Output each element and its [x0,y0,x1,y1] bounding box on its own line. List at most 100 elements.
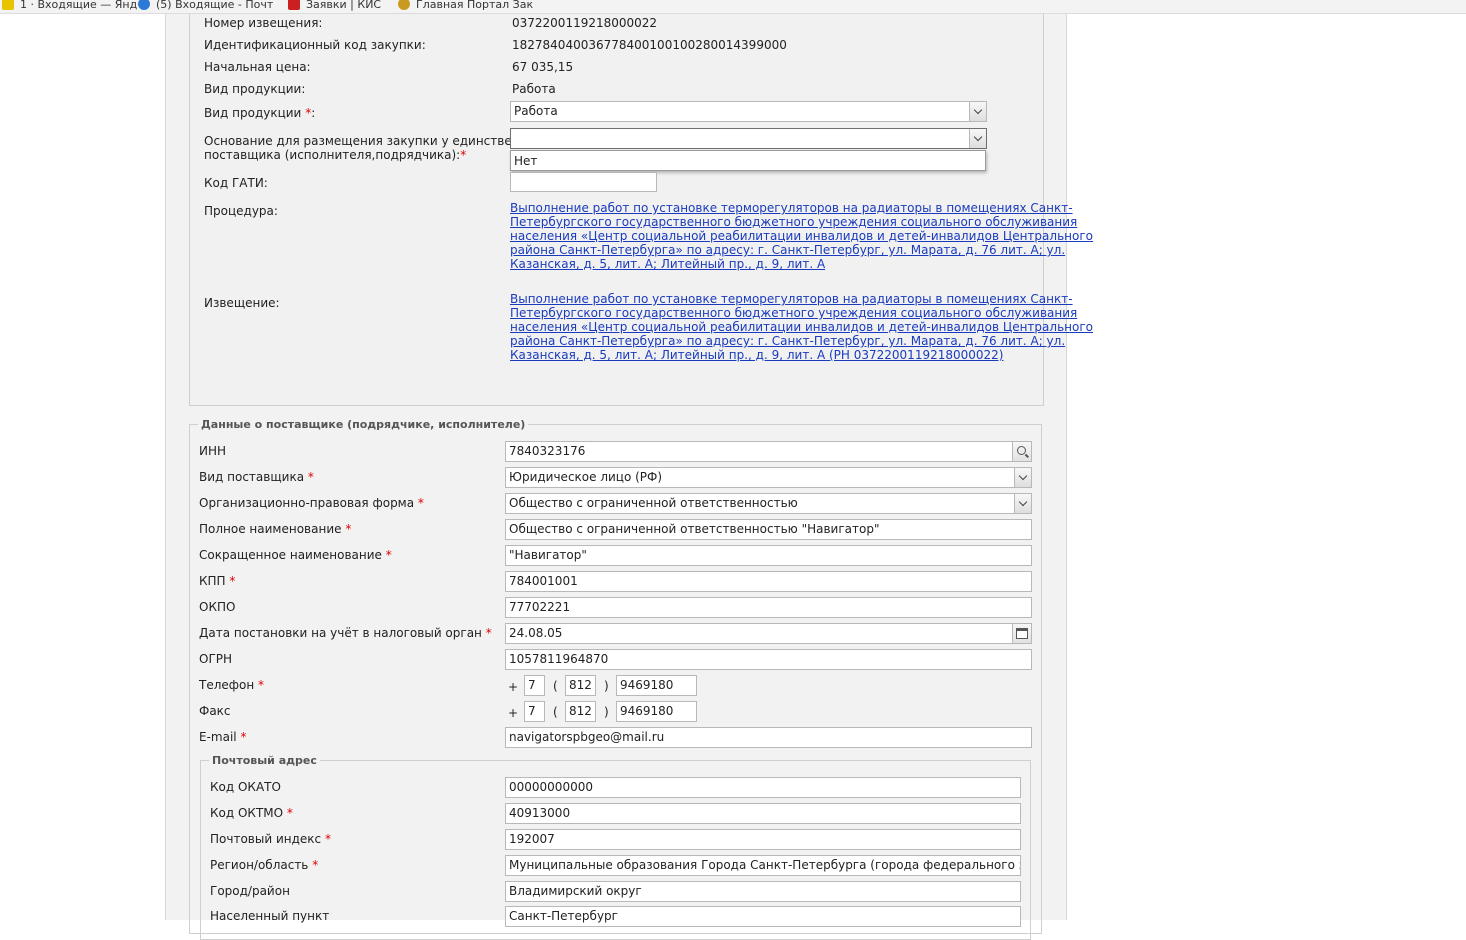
okpo-value: 77702221 [509,600,571,614]
inn-label: ИНН [199,444,227,458]
chevron-down-icon[interactable] [1014,468,1031,487]
full-name-label: Полное наименование * [199,522,352,536]
supplier-type-value: Юридическое лицо (РФ) [509,470,663,484]
basis-dropdown-list: Нет [510,150,986,171]
product-type-select[interactable]: Работа [510,101,987,122]
notice-link[interactable]: Выполнение работ по установке терморегул… [510,292,1093,362]
okato-label: Код ОКАТО [210,780,281,794]
short-name-input[interactable]: "Навигатор" [505,545,1032,566]
product-type-select-value: Работа [514,104,558,118]
bookmark-label: Главная Портал Зак [416,0,534,11]
required-mark: * [324,832,331,846]
required-mark: * [417,496,424,510]
email-input[interactable]: navigatorspbgeo@mail.ru [505,727,1032,748]
bookmark-item[interactable]: 1 · Входящие — Янд [2,0,137,11]
inn-input[interactable]: 7840323176 [505,441,1032,462]
opf-select[interactable]: Общество с ограниченной ответственностью [505,493,1032,514]
required-mark: * [229,574,236,588]
fax-plus: + [508,706,519,720]
chevron-down-icon[interactable] [969,129,986,148]
fax-number-input[interactable]: 9469180 [616,701,697,722]
bookmark-item[interactable]: (5) Входящие - Почт [138,0,273,11]
dropdown-option-net[interactable]: Нет [513,153,537,169]
procedure-link-line: населения «Центр социальной реабилитации… [510,229,1093,243]
phone-number-input[interactable]: 9469180 [616,675,697,696]
bookmark-item[interactable]: Главная Портал Зак [398,0,533,11]
opf-label: Организационно-правовая форма * [199,496,424,510]
calendar-icon[interactable] [1012,624,1031,643]
fax-country-input[interactable]: 7 [524,701,545,722]
basis-select[interactable] [510,128,987,149]
bookmark-item[interactable]: Заявки | КИС [288,0,381,11]
full-name-input[interactable]: Общество с ограниченной ответственностью… [505,519,1032,540]
phone-close-paren: ) [604,679,609,693]
short-name-label: Сокращенное наименование * [199,548,392,562]
city-value: Владимирский округ [509,884,642,898]
phone-city-input[interactable]: 812 [565,675,596,696]
procedure-link-line: Казанская, д. 5, лит. А; Литейный пр., д… [510,257,826,271]
phone-country-value: 7 [528,678,536,692]
chevron-down-icon[interactable] [969,102,986,121]
kpp-label: КПП * [199,574,236,588]
fax-city-input[interactable]: 812 [565,701,596,722]
required-mark: * [312,858,319,872]
id-code-value: 182784040036778400100100280014399000 [512,38,787,52]
phone-label: Телефон * [199,678,265,692]
notice-number-label: Номер извещения: [204,16,323,30]
required-mark: * [485,626,492,640]
required-mark: * [286,806,293,820]
bookmark-label: 1 · Входящие — Янд [20,0,138,11]
supplier-legend: Данные о поставщике (подрядчике, исполни… [198,418,529,431]
procedure-link[interactable]: Выполнение работ по установке терморегул… [510,201,1093,271]
kpp-input[interactable]: 784001001 [505,571,1032,592]
required-mark: * [305,106,312,120]
required-mark: * [460,148,467,162]
basis-label: Основание для размещения закупки у единс… [204,134,549,148]
okpo-input[interactable]: 77702221 [505,597,1032,618]
notice-link-line: Выполнение работ по установке терморегул… [510,292,1073,306]
postal-index-input[interactable]: 192007 [505,829,1021,850]
okato-input[interactable]: 00000000000 [505,777,1021,798]
supplier-type-select[interactable]: Юридическое лицо (РФ) [505,467,1032,488]
locality-input[interactable]: Санкт-Петербург [505,906,1021,927]
phone-open-paren: ( [553,679,558,693]
gati-input[interactable] [510,172,657,192]
notice-link-line: Казанская, д. 5, лит. А; Литейный пр., д… [510,348,1004,362]
oktmo-value: 40913000 [509,806,571,820]
id-code-label: Идентификационный код закупки: [204,38,426,52]
email-label: E-mail * [199,730,247,744]
email-value: navigatorspbgeo@mail.ru [509,730,665,744]
phone-number-value: 9469180 [620,678,674,692]
bookmark-label: (5) Входящие - Почт [156,0,274,11]
fax-close-paren: ) [604,705,609,719]
postal-legend: Почтовый адрес [209,754,320,767]
region-value: Муниципальные образования Города Санкт-П… [509,858,1020,872]
start-price-value: 67 035,15 [512,60,574,74]
locality-label: Населенный пункт [210,909,330,923]
tax-date-input[interactable]: 24.08.05 [505,623,1032,644]
region-input[interactable]: Муниципальные образования Города Санкт-П… [505,855,1021,876]
okpo-label: ОКПО [199,600,236,614]
postal-index-label: Почтовый индекс * [210,832,331,846]
city-label: Город/район [210,884,290,898]
procedure-label: Процедура: [204,204,278,218]
region-label: Регион/область * [210,858,319,872]
fax-country-value: 7 [528,704,536,718]
fax-label: Факс [199,704,231,718]
chevron-down-icon[interactable] [1014,494,1031,513]
search-icon[interactable] [1012,442,1031,461]
short-name-value: "Навигатор" [509,548,587,562]
supplier-type-label: Вид поставщика * [199,470,314,484]
postal-index-value: 192007 [509,832,555,846]
oktmo-input[interactable]: 40913000 [505,803,1021,824]
city-input[interactable]: Владимирский округ [505,881,1021,902]
phone-country-input[interactable]: 7 [524,675,545,696]
product-type-label: Вид продукции: [204,82,306,96]
ogrn-input[interactable]: 1057811964870 [505,649,1032,670]
procedure-link-line: района Санкт-Петербурга» по адресу: г. С… [510,243,1066,257]
ogrn-value: 1057811964870 [509,652,609,666]
opf-value: Общество с ограниченной ответственностью [509,496,798,510]
phone-city-value: 812 [569,678,592,692]
fax-city-value: 812 [569,704,592,718]
mail-icon [2,0,14,10]
